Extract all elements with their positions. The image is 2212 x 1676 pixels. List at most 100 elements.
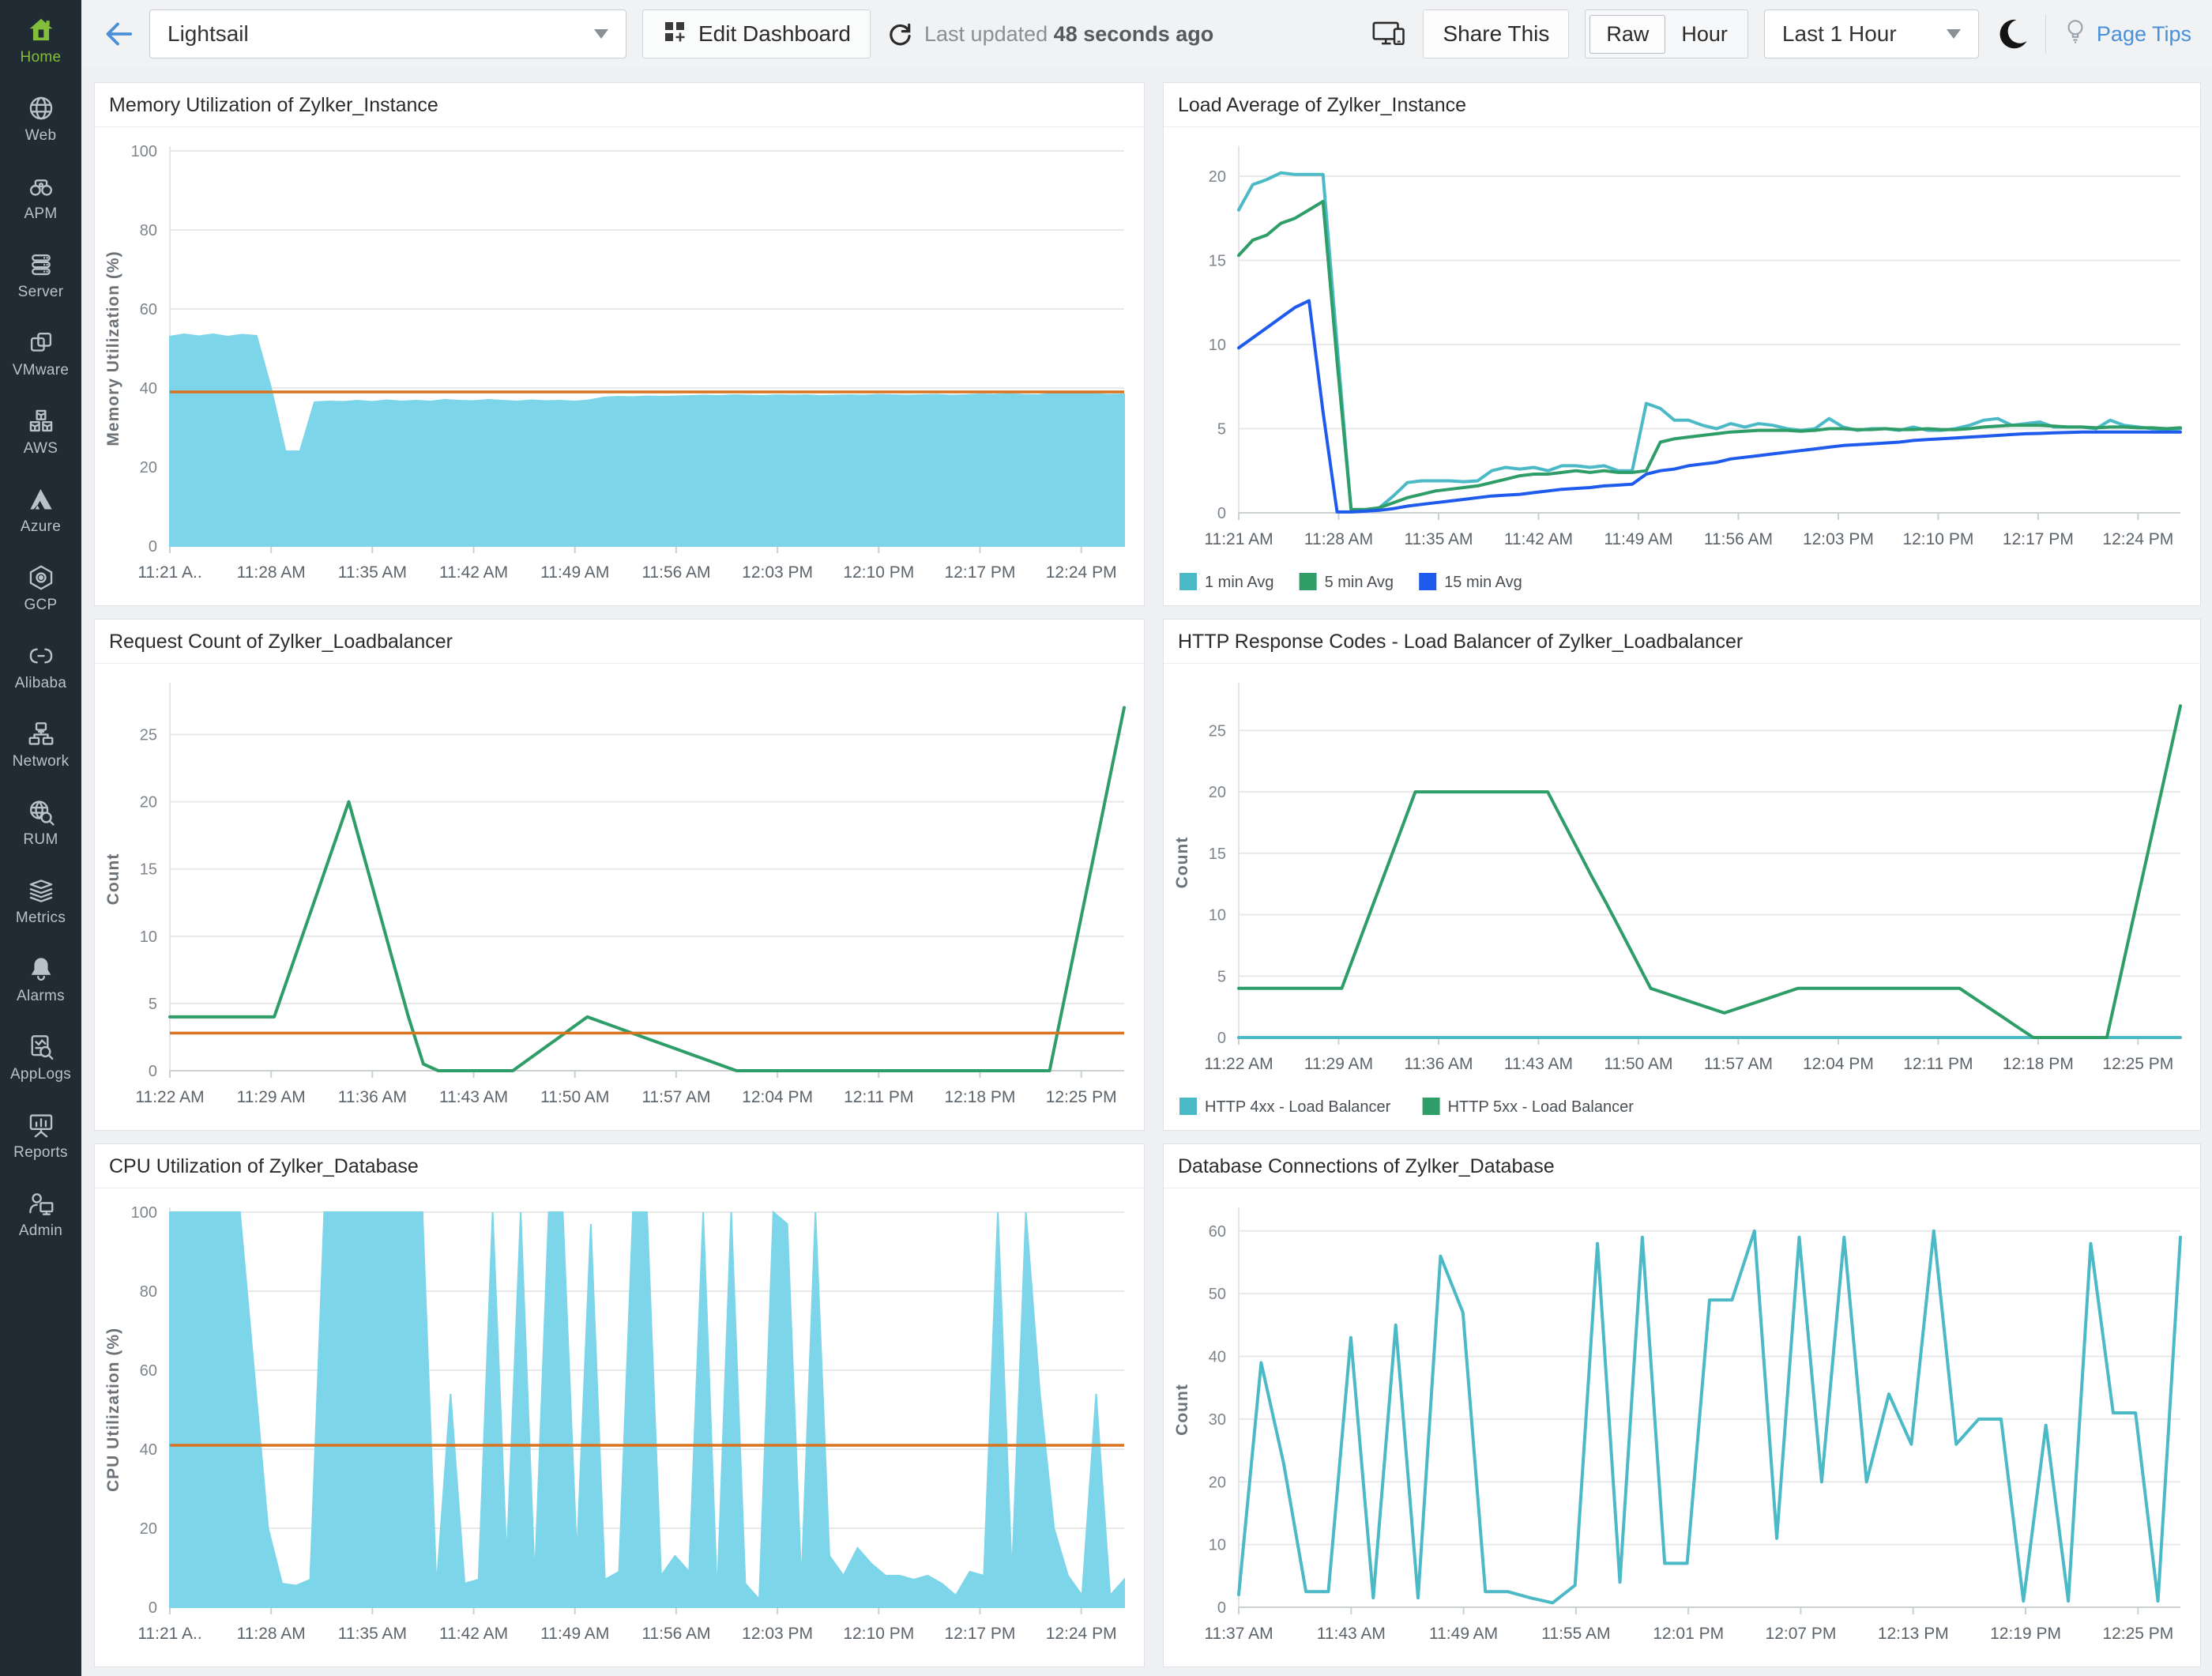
chart-title: HTTP Response Codes - Load Balancer of Z… [1164,620,2200,664]
granularity-raw[interactable]: Raw [1589,15,1665,54]
svg-text:15 min Avg: 15 min Avg [1444,574,1522,591]
svg-text:11:49 AM: 11:49 AM [1429,1625,1498,1643]
chart-canvas[interactable]: 0102030405060Count11:37 AM11:43 AM11:49 … [1164,1188,2200,1667]
svg-text:11:22 AM: 11:22 AM [1204,1055,1273,1073]
chart-canvas[interactable]: 0510152011:21 AM11:28 AM11:35 AM11:42 AM… [1164,127,2200,605]
svg-text:0: 0 [149,1063,157,1080]
svg-text:10: 10 [1209,907,1226,925]
svg-text:0: 0 [149,1599,157,1617]
time-range-select[interactable]: Last 1 Hour [1764,9,1979,58]
svg-text:5: 5 [1217,968,1226,985]
svg-text:30: 30 [1209,1411,1226,1429]
time-range-value: Last 1 Hour [1782,21,1897,47]
server-icon [26,250,56,280]
devices-icon[interactable] [1371,17,1407,51]
sidebar-item-label: RUM [23,831,58,849]
sidebar-item-gcp[interactable]: GCP [0,556,81,634]
svg-text:12:01 PM: 12:01 PM [1653,1625,1724,1643]
sidebar-item-metrics[interactable]: Metrics [0,868,81,947]
sidebar-item-apm[interactable]: APM [0,164,81,243]
refresh-icon[interactable] [886,21,913,47]
sidebar-item-rum[interactable]: RUM [0,790,81,868]
sidebar-item-server[interactable]: Server [0,243,81,321]
edit-dashboard-button[interactable]: Edit Dashboard [642,9,871,58]
sidebar-item-alibaba[interactable]: Alibaba [0,634,81,712]
svg-text:12:04 PM: 12:04 PM [1803,1055,1874,1073]
sidebar-item-label: Reports [13,1144,68,1162]
svg-text:11:43 AM: 11:43 AM [1504,1055,1573,1073]
svg-text:20: 20 [140,459,157,476]
svg-text:12:03 PM: 12:03 PM [742,563,813,582]
svg-text:10: 10 [140,928,157,946]
legend-item[interactable]: HTTP 4xx - Load Balancer [1179,1098,1391,1116]
svg-text:60: 60 [1209,1223,1226,1241]
svg-text:11:49 AM: 11:49 AM [540,563,609,582]
svg-text:5 min Avg: 5 min Avg [1325,574,1394,591]
sidebar-item-web[interactable]: Web [0,86,81,164]
svg-text:11:55 AM: 11:55 AM [1541,1625,1610,1643]
legend-item[interactable]: 5 min Avg [1300,573,1394,591]
svg-text:Count: Count [1173,1384,1191,1436]
sidebar-item-label: Server [18,284,64,301]
dark-mode-moon-icon[interactable] [1995,17,2030,51]
svg-text:5: 5 [1217,420,1226,438]
svg-text:12:10 PM: 12:10 PM [843,563,914,582]
svg-text:60: 60 [140,301,157,318]
svg-text:25: 25 [140,727,157,744]
sidebar-item-alarms[interactable]: Alarms [0,947,81,1025]
chart-canvas[interactable]: 0510152025Count11:22 AM11:29 AM11:36 AM1… [95,664,1144,1130]
svg-text:25: 25 [1209,722,1226,740]
dashboard-select-value: Lightsail [167,21,249,47]
sidebar-item-label: Network [13,753,70,770]
svg-text:20: 20 [1209,168,1226,186]
granularity-hour[interactable]: Hour [1665,16,1744,53]
svg-text:11:28 AM: 11:28 AM [237,1625,306,1643]
svg-text:12:03 PM: 12:03 PM [1803,530,1874,548]
chart-canvas[interactable]: 020406080100Memory Utilization (%)11:21 … [95,127,1144,605]
chart-panel-2: Load Average of Zylker_Instance 05101520… [1163,82,2201,606]
sidebar-item-applogs[interactable]: AppLogs [0,1025,81,1103]
svg-text:20: 20 [1209,1474,1226,1491]
svg-text:11:42 AM: 11:42 AM [1504,530,1573,548]
azure-icon [26,484,56,514]
svg-text:1 min Avg: 1 min Avg [1205,574,1273,591]
sidebar-item-admin[interactable]: Admin [0,1181,81,1260]
legend-item[interactable]: HTTP 5xx - Load Balancer [1423,1098,1635,1116]
legend-item[interactable]: 1 min Avg [1179,573,1273,591]
svg-text:0: 0 [1217,505,1226,522]
binoculars-icon [26,171,56,201]
svg-text:60: 60 [140,1362,157,1380]
legend-item[interactable]: 15 min Avg [1419,573,1522,591]
chart-title: Memory Utilization of Zylker_Instance [95,83,1144,127]
applogs-icon [26,1032,56,1062]
sidebar-item-label: GCP [24,597,57,614]
sidebar-item-network[interactable]: Network [0,712,81,790]
svg-text:11:29 AM: 11:29 AM [1304,1055,1373,1073]
admin-icon [26,1188,56,1218]
dashboard-select[interactable]: Lightsail [149,9,626,58]
svg-text:11:21 A..: 11:21 A.. [137,563,201,582]
svg-text:12:24 PM: 12:24 PM [1046,1625,1117,1643]
chevron-down-icon [1947,29,1961,39]
page-tips-link[interactable]: Page Tips [2062,17,2191,52]
svg-text:11:22 AM: 11:22 AM [135,1088,204,1106]
sidebar-item-aws[interactable]: AWS [0,399,81,477]
svg-text:12:11 PM: 12:11 PM [844,1088,913,1106]
svg-text:11:42 AM: 11:42 AM [439,1625,508,1643]
sidebar-item-vmware[interactable]: VMware [0,321,81,399]
chart-canvas[interactable]: 0510152025Count11:22 AM11:29 AM11:36 AM1… [1164,664,2200,1130]
sidebar-item-home[interactable]: Home [0,8,81,86]
chart-canvas[interactable]: 020406080100CPU Utilization (%)11:21 A..… [95,1188,1144,1667]
svg-text:12:25 PM: 12:25 PM [2102,1625,2173,1643]
sidebar-item-azure[interactable]: Azure [0,477,81,556]
sidebar-item-label: Admin [19,1222,62,1240]
svg-text:20: 20 [140,1520,157,1538]
back-arrow-icon[interactable] [102,18,134,50]
sidebar-item-reports[interactable]: Reports [0,1103,81,1181]
svg-text:CPU Utilization (%): CPU Utilization (%) [104,1328,122,1492]
chart-title: CPU Utilization of Zylker_Database [95,1144,1144,1188]
alibaba-icon [26,641,56,671]
share-this-button[interactable]: Share This [1423,9,1569,58]
svg-text:11:37 AM: 11:37 AM [1204,1625,1273,1643]
chart-panel-6: Database Connections of Zylker_Database … [1163,1143,2201,1667]
